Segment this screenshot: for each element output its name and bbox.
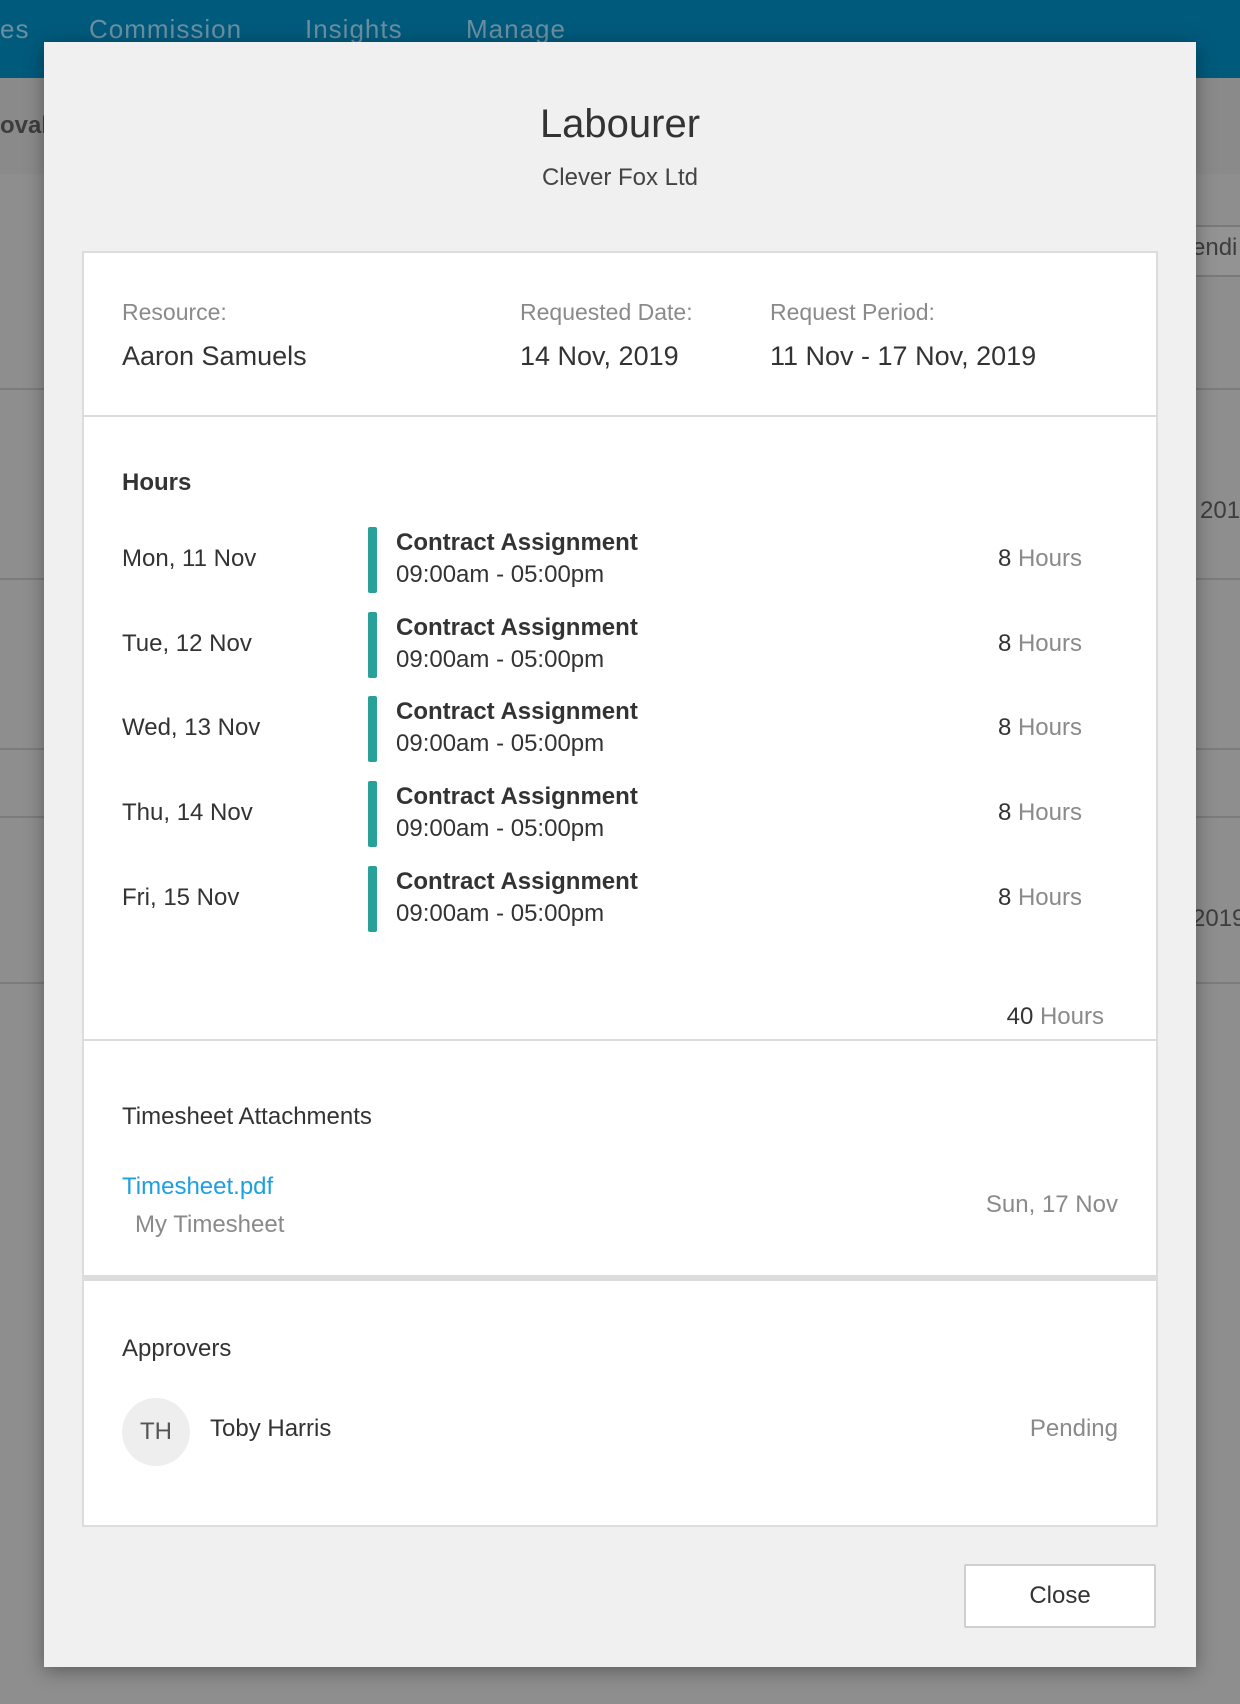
assignment-time: 09:00am - 05:00pm xyxy=(396,900,605,927)
hours-row: Tue, 12 Nov Contract Assignment 09:00am … xyxy=(84,612,1134,678)
day-hours-value: 8 xyxy=(997,799,1012,826)
approvers-section-title: Approvers xyxy=(122,1335,232,1362)
request-period-value: 11 Nov - 17 Nov, 2019 xyxy=(770,341,1037,371)
assignment-time: 09:00am - 05:00pm xyxy=(396,815,605,842)
hours-unit: Hours xyxy=(1017,884,1082,911)
hours-section-title: Hours xyxy=(122,469,192,496)
day-label: Wed, 13 Nov xyxy=(122,714,261,741)
day-label: Thu, 14 Nov xyxy=(122,799,253,826)
hours-unit: Hours xyxy=(1017,630,1082,657)
request-period-label: Request Period: xyxy=(770,299,935,325)
timesheet-detail-modal: Labourer Clever Fox Ltd Resource: Aaron … xyxy=(44,42,1196,1667)
request-details-card: Resource: Aaron Samuels Requested Date: … xyxy=(82,251,1158,417)
day-label: Mon, 11 Nov xyxy=(122,545,257,572)
requested-date-value: 14 Nov, 2019 xyxy=(520,341,679,371)
attachments-card: Timesheet Attachments Timesheet.pdf My T… xyxy=(82,1041,1158,1277)
modal-subtitle: Clever Fox Ltd xyxy=(541,164,699,191)
approver-initials: TH xyxy=(140,1418,172,1445)
hours-unit: Hours xyxy=(1039,1003,1104,1030)
background-fragment-pending: endi xyxy=(1192,234,1238,261)
assignment-title: Contract Assignment xyxy=(396,614,638,641)
resource-label: Resource: xyxy=(122,299,227,325)
attachments-section-title: Timesheet Attachments xyxy=(122,1103,372,1130)
background-subbar-text: oval xyxy=(0,112,49,139)
background-nav-item-commission: Commission xyxy=(89,14,243,44)
attachment-description: My Timesheet xyxy=(135,1211,285,1238)
hours-unit: Hours xyxy=(1017,714,1082,741)
hours-row: Wed, 13 Nov Contract Assignment 09:00am … xyxy=(84,696,1134,762)
assignment-title: Contract Assignment xyxy=(396,783,638,810)
assignment-color-bar xyxy=(368,612,377,678)
assignment-title: Contract Assignment xyxy=(396,698,638,725)
attachment-date: Sun, 17 Nov xyxy=(985,1191,1118,1218)
day-hours: 8 Hours xyxy=(998,545,1082,573)
hours-row: Mon, 11 Nov Contract Assignment 09:00am … xyxy=(84,527,1134,593)
background-nav-item: es xyxy=(0,14,30,44)
modal-title: Labourer xyxy=(539,102,701,146)
total-hours: 40 Hours xyxy=(1007,1003,1104,1031)
day-hours: 8 Hours xyxy=(998,630,1082,658)
approver-status: Pending xyxy=(1029,1415,1118,1442)
approver-name: Toby Harris xyxy=(210,1415,332,1442)
approver-avatar: TH xyxy=(122,1398,190,1466)
assignment-time: 09:00am - 05:00pm xyxy=(396,646,605,673)
day-hours: 8 Hours xyxy=(998,884,1082,912)
background-fragment-date: 201 xyxy=(1200,497,1240,524)
background-nav-item-insights: Insights xyxy=(305,14,403,44)
assignment-title: Contract Assignment xyxy=(396,868,638,895)
background-fragment-date-2: 2019 xyxy=(1192,905,1240,932)
background-nav-item-manage: Manage xyxy=(466,14,566,44)
close-button[interactable]: Close xyxy=(964,1564,1156,1628)
day-label: Fri, 15 Nov xyxy=(122,884,240,911)
hours-unit: Hours xyxy=(1017,545,1082,572)
resource-value: Aaron Samuels xyxy=(122,341,307,371)
day-hours-value: 8 xyxy=(997,884,1012,911)
assignment-time: 09:00am - 05:00pm xyxy=(396,561,605,588)
day-hours-value: 8 xyxy=(997,545,1012,572)
assignment-color-bar xyxy=(368,527,377,593)
attachment-file-link[interactable]: Timesheet.pdf xyxy=(122,1173,273,1201)
day-hours-value: 8 xyxy=(997,714,1012,741)
day-hours-value: 8 xyxy=(997,630,1012,657)
hours-unit: Hours xyxy=(1017,799,1082,826)
hours-card: Hours Mon, 11 Nov Contract Assignment 09… xyxy=(82,417,1158,1041)
hours-row: Thu, 14 Nov Contract Assignment 09:00am … xyxy=(84,781,1134,847)
assignment-title: Contract Assignment xyxy=(396,529,638,556)
hours-row: Fri, 15 Nov Contract Assignment 09:00am … xyxy=(84,866,1134,932)
assignment-color-bar xyxy=(368,781,377,847)
total-hours-value: 40 xyxy=(1006,1003,1034,1030)
assignment-color-bar xyxy=(368,696,377,762)
assignment-time: 09:00am - 05:00pm xyxy=(396,730,605,757)
day-label: Tue, 12 Nov xyxy=(122,630,252,657)
assignment-color-bar xyxy=(368,866,377,932)
day-hours: 8 Hours xyxy=(998,714,1082,742)
requested-date-label: Requested Date: xyxy=(520,299,693,325)
approvers-card: Approvers TH Toby Harris Pending xyxy=(82,1277,1158,1527)
day-hours: 8 Hours xyxy=(998,799,1082,827)
